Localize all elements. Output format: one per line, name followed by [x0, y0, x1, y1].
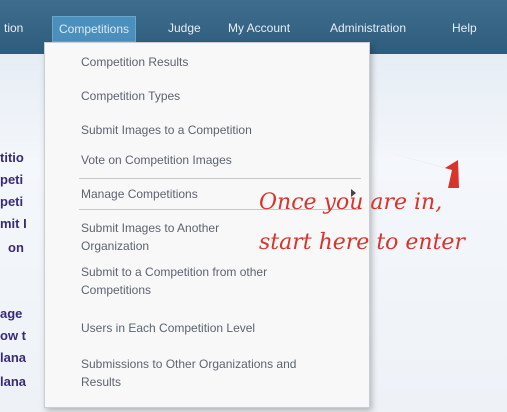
annotation-line-1: Once you are in, [259, 190, 443, 215]
annotation-line-2: start here to enter [259, 230, 465, 255]
red-arrow-shape [318, 133, 459, 188]
